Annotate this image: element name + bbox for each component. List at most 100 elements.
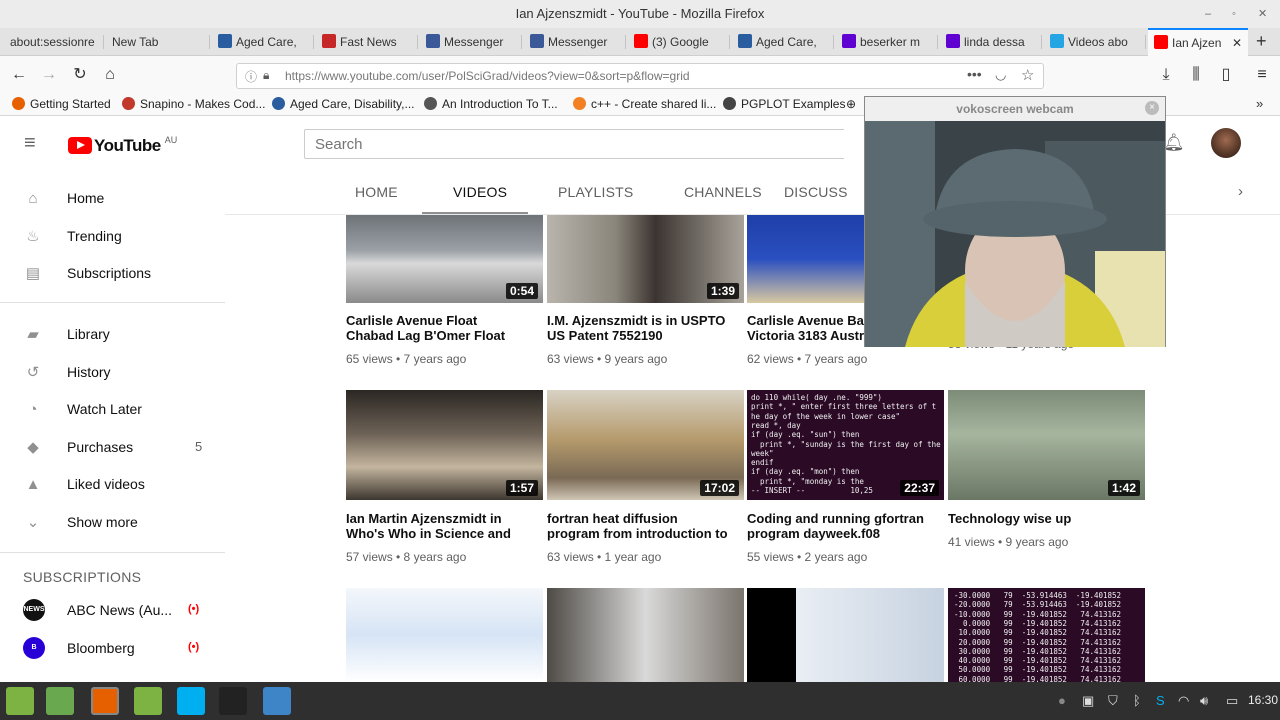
video-thumbnail[interactable] <box>346 588 543 682</box>
sidebar-item-liked-videos[interactable]: ▲ Liked videos <box>0 467 225 503</box>
taskbar-clock[interactable]: 16:30 <box>1248 693 1278 707</box>
tray-clipboard-icon[interactable]: ▣ <box>1082 693 1094 709</box>
back-arrow-icon[interactable]: ← <box>8 64 30 86</box>
video-title[interactable]: Ian Martin Ajzenszmidt in Who's Who in Sc… <box>346 511 546 541</box>
bookmark-item[interactable]: Aged Care, Disability,... <box>272 94 415 114</box>
url-text[interactable]: https://www.youtube.com/user/PolSciGrad/… <box>285 64 690 88</box>
browser-tab[interactable]: beserker m <box>836 28 938 56</box>
sidebar-item-library[interactable]: ▰ Library <box>0 317 225 353</box>
tray-wifi-icon[interactable]: ◠ <box>1178 693 1189 709</box>
webcam-window[interactable]: vokoscreen webcam × <box>864 96 1166 347</box>
sidebar-item-history[interactable]: ↺ History <box>0 355 225 391</box>
folder-icon[interactable] <box>134 687 162 715</box>
video-title[interactable]: fortran heat diffusion program from intro… <box>547 511 747 541</box>
video-title[interactable]: Carlisle Avenue Float Chabad Lag B'Omer F… <box>346 313 546 343</box>
tray-skype-icon[interactable]: S <box>1156 693 1165 708</box>
tab-videos[interactable]: VIDEOS <box>453 184 507 200</box>
url-bar[interactable]: ⓘ 🔒︎ https://www.youtube.com/user/PolSci… <box>236 63 1044 89</box>
video-thumbnail[interactable]: -30.0000 79 -53.914463 -19.401852 -20.000… <box>948 588 1145 682</box>
skype-icon[interactable] <box>177 687 205 715</box>
tray-shield-icon[interactable]: ⛉ <box>1108 693 1118 709</box>
search-input[interactable] <box>305 130 844 158</box>
bookmark-item[interactable]: PGPLOT Examples <box>723 94 845 114</box>
video-thumbnail[interactable] <box>547 588 744 682</box>
mint-menu-icon[interactable] <box>6 687 34 715</box>
tab-home[interactable]: HOME <box>355 184 398 200</box>
video-thumbnail[interactable]: 1:57 <box>346 390 543 500</box>
video-title[interactable]: Technology wise up <box>948 511 1148 526</box>
forward-arrow-icon[interactable]: → <box>38 64 60 86</box>
video-title[interactable]: I.M. Ajzenszmidt is in USPTO US Patent 75… <box>547 313 747 343</box>
youtube-icon <box>1154 35 1168 49</box>
bookmark-item[interactable]: Snapino - Makes Cod... <box>122 94 265 114</box>
firefox-icon[interactable] <box>91 687 119 715</box>
notifications-bell-icon[interactable]: 🔔︎ <box>1163 133 1185 153</box>
new-tab-icon[interactable]: + <box>1256 31 1267 52</box>
tray-battery-icon[interactable]: ▭ <box>1226 693 1238 709</box>
bookmark-item[interactable]: An Introduction To T... <box>424 94 558 114</box>
terminal-icon[interactable] <box>219 687 247 715</box>
page-actions-icon[interactable]: ••• <box>967 66 982 82</box>
tabs-scroll-right-icon[interactable]: › <box>1238 183 1243 200</box>
search-box[interactable] <box>304 129 844 159</box>
clock-icon: ◔ <box>28 401 38 418</box>
browser-tab[interactable]: Fast News <box>316 28 418 56</box>
tray-bluetooth-icon[interactable]: ᛒ <box>1133 693 1141 708</box>
video-thumbnail[interactable] <box>747 588 944 682</box>
tray-volume-icon[interactable]: 🔊︎ <box>1200 693 1208 709</box>
sidebar-item-home[interactable]: ⌂ Home <box>0 181 225 217</box>
sidebar-item-purchases[interactable]: ◆ Purchases 5 <box>0 430 225 466</box>
sidebar-item-trending[interactable]: ♨ Trending <box>0 219 225 255</box>
bookmarks-overflow-icon[interactable]: » <box>1256 96 1263 111</box>
sidebar-item-show-more[interactable]: ⌄ Show more <box>0 505 225 541</box>
screen-recorder-icon[interactable] <box>263 687 291 715</box>
browser-tab[interactable]: Aged Care, <box>212 28 314 56</box>
video-thumbnail[interactable]: 0:54 <box>346 215 543 303</box>
video-metadata: 55 views • 2 years ago <box>747 550 868 564</box>
library-icon[interactable]: ⫼ <box>1185 64 1207 86</box>
tab-channels[interactable]: CHANNELS <box>684 184 762 200</box>
bookmark-item[interactable]: c++ - Create shared li... <box>573 94 716 114</box>
close-tab-icon[interactable]: ✕ <box>1232 30 1242 56</box>
sidebar-toggle-icon[interactable]: ▯ <box>1215 64 1237 86</box>
sidebar-item-subscriptions[interactable]: ▤ Subscriptions <box>0 256 225 292</box>
video-thumbnail[interactable]: 1:39 <box>547 215 744 303</box>
browser-tab[interactable]: Videos abo <box>1044 28 1146 56</box>
subscription-item[interactable]: NEWS ABC News (Au... (•) <box>0 593 225 629</box>
browser-tab[interactable]: New Tab <box>106 28 210 56</box>
thumbnail-text-line: endif <box>751 458 774 468</box>
browser-tab[interactable]: Messenger <box>420 28 522 56</box>
video-thumbnail[interactable]: do 110 while( day .ne. "999") print *, " … <box>747 390 944 500</box>
tab-discuss[interactable]: DISCUSS <box>784 184 848 200</box>
files-icon[interactable] <box>46 687 74 715</box>
youtube-logo[interactable]: YouTube AU <box>68 135 177 156</box>
browser-tab[interactable]: Ian Ajzen ✕ <box>1148 28 1248 56</box>
close-window-icon[interactable]: ✕ <box>1258 0 1267 28</box>
account-avatar[interactable] <box>1211 128 1241 158</box>
downloads-icon[interactable]: ⤓ <box>1155 64 1177 86</box>
minimize-icon[interactable]: – <box>1205 0 1211 28</box>
webcam-close-icon[interactable]: × <box>1145 101 1159 115</box>
video-thumbnail[interactable]: 17:02 <box>547 390 744 500</box>
home-button-icon[interactable]: ⌂ <box>99 64 121 86</box>
browser-tab[interactable]: (3) Google <box>628 28 730 56</box>
tab-playlists[interactable]: PLAYLISTS <box>558 184 633 200</box>
sidebar-item-watch-later[interactable]: ◔ Watch Later <box>0 392 225 428</box>
browser-tab[interactable]: Messenger <box>524 28 626 56</box>
browser-tab[interactable]: Aged Care, <box>732 28 834 56</box>
video-thumbnail[interactable]: 1:42 <box>948 390 1145 500</box>
globe-icon[interactable]: ⊕ <box>846 94 856 114</box>
maximize-icon[interactable]: ◦ <box>1232 0 1236 28</box>
browser-tab[interactable]: linda dessa <box>940 28 1042 56</box>
subscription-item[interactable]: B Bloomberg (•) <box>0 631 225 667</box>
hamburger-menu-icon[interactable]: ≡ <box>24 132 36 155</box>
tab-label: Messenger <box>444 35 504 49</box>
menu-icon[interactable]: ≡ <box>1251 64 1273 86</box>
info-icon[interactable]: ⓘ <box>245 68 257 85</box>
bookmark-star-icon[interactable]: ☆ <box>1021 66 1034 84</box>
pocket-icon[interactable]: ◡ <box>995 67 1006 83</box>
video-title[interactable]: Coding and running gfortran program daywe… <box>747 511 947 541</box>
reload-icon[interactable]: ↻ <box>69 64 91 86</box>
bookmark-item[interactable]: Getting Started <box>12 94 111 114</box>
browser-tab[interactable]: about:sessionre <box>4 28 104 56</box>
